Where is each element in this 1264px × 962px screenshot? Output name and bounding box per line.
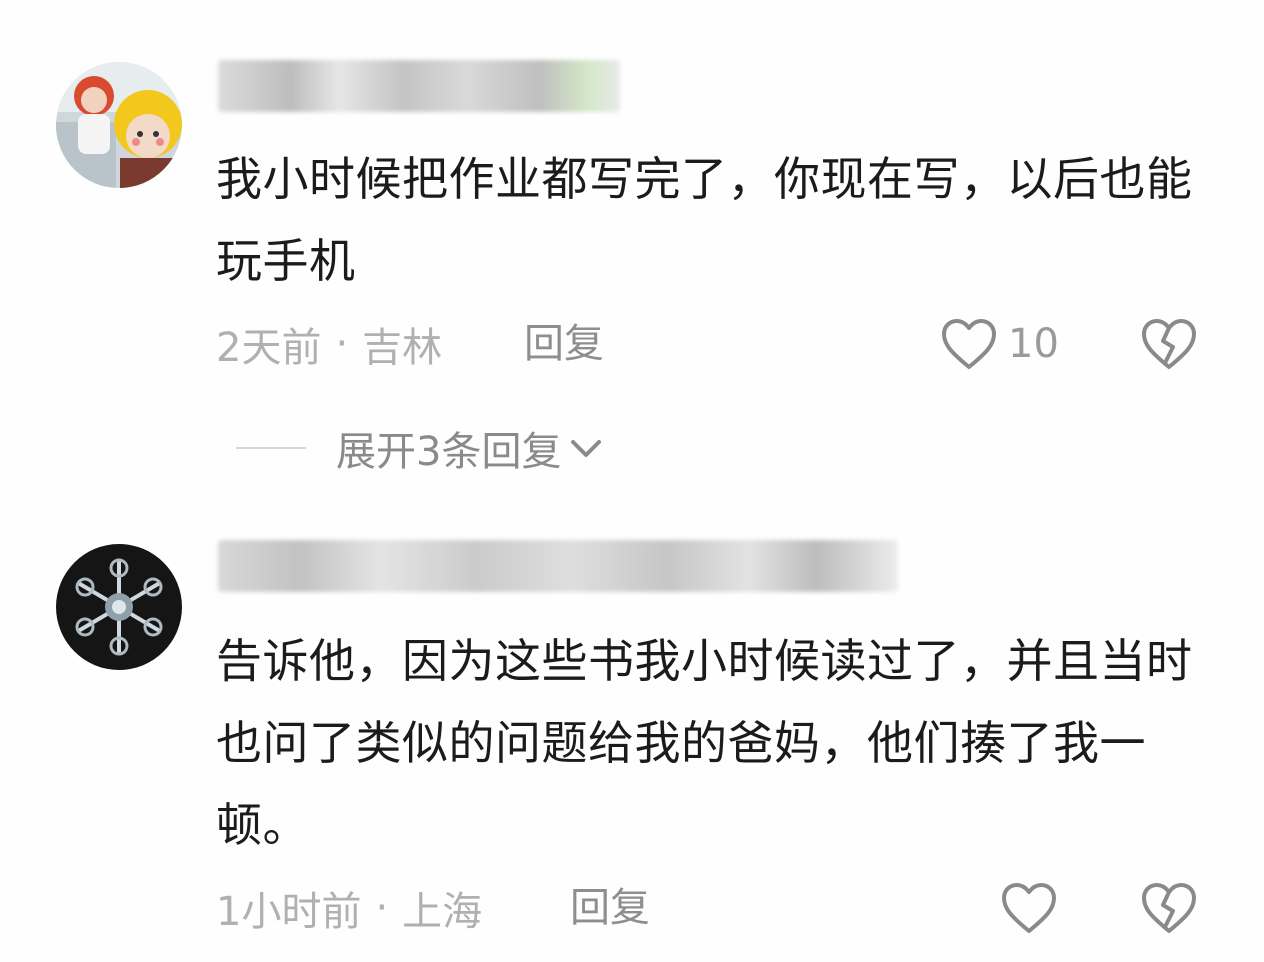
reply-button[interactable]: 回复 <box>524 314 604 374</box>
meta-separator: · <box>335 321 349 367</box>
broken-heart-icon[interactable] <box>1140 881 1198 935</box>
heart-icon <box>942 319 996 369</box>
avatar-photo-icon <box>56 62 182 188</box>
reply-button[interactable]: 回复 <box>570 878 650 938</box>
comment-text: 告诉他，因为这些书我小时候读过了，并且当时也问了类似的问题给我的爸妈，他们揍了我… <box>216 634 1193 852</box>
chevron-down-icon <box>571 440 602 457</box>
like-button[interactable] <box>1000 878 1068 938</box>
comment-meta: 1小时前 · 上海 <box>216 878 482 938</box>
heart-icon <box>1002 883 1056 933</box>
comment-meta: 2天前 · 吉林 <box>216 314 442 374</box>
meta-separator: · <box>375 885 389 931</box>
like-button[interactable]: 10 <box>940 314 1059 374</box>
snowflake-avatar-icon <box>56 544 182 670</box>
username-blurred[interactable] <box>218 60 620 112</box>
comment-location: 吉林 <box>362 325 443 371</box>
comment-time: 2天前 <box>216 325 322 371</box>
expand-replies-button[interactable]: 展开3条回复 <box>236 418 605 478</box>
comment-text: 我小时候把作业都写完了，你现在写，以后也能玩手机 <box>216 152 1193 288</box>
expand-replies-label: 展开3条回复 <box>336 429 562 475</box>
username-blurred[interactable] <box>218 540 898 592</box>
broken-heart-icon[interactable] <box>1140 317 1198 371</box>
comment-list: 我小时候把作业都写完了，你现在写，以后也能玩手机 2天前 · 吉林 回复 10 … <box>0 0 1264 962</box>
divider-line <box>236 447 306 449</box>
avatar[interactable] <box>56 544 182 670</box>
like-count: 10 <box>1008 321 1059 367</box>
comment-time: 1小时前 <box>216 889 362 935</box>
avatar[interactable] <box>56 62 182 188</box>
comment-location: 上海 <box>402 889 483 935</box>
